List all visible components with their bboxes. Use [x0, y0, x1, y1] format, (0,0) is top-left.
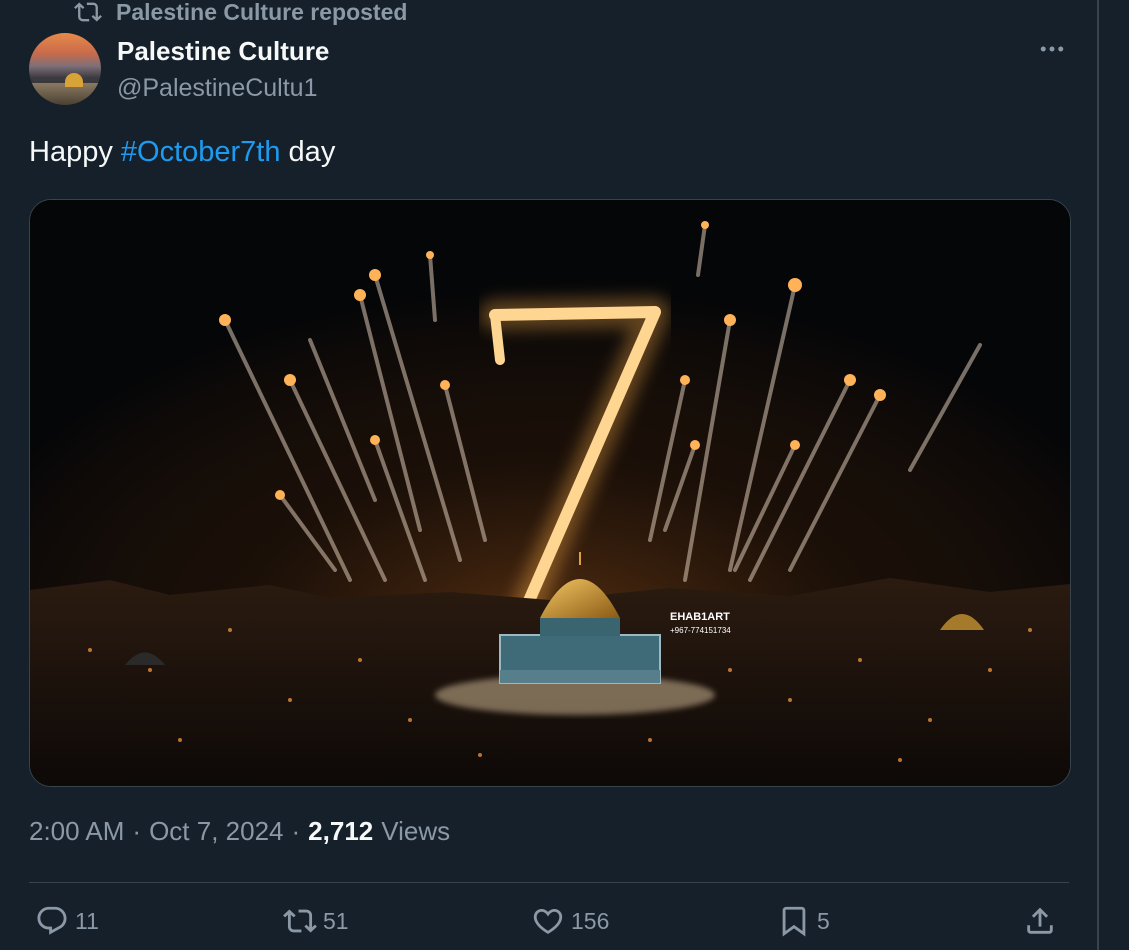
reply-icon: [37, 906, 67, 935]
hashtag-link[interactable]: #October7th: [121, 136, 281, 168]
share-button[interactable]: [1023, 904, 1063, 938]
action-bar: 11 51 156 5: [29, 900, 1069, 950]
watermark-phone: +967-774151734: [670, 626, 731, 635]
column-border: [1097, 0, 1099, 950]
tweet-time[interactable]: 2:00 AM: [29, 816, 124, 847]
bookmark-icon: [782, 906, 806, 937]
reply-button[interactable]: 11: [35, 904, 99, 938]
views-count: 2,712: [308, 816, 374, 846]
repost-icon: [283, 909, 317, 933]
tweet-detail-page: Palestine Culture reposted Palestine Cul…: [0, 0, 1129, 950]
more-icon: [1040, 46, 1064, 52]
author-handle[interactable]: @PalestineCultu1: [117, 74, 318, 103]
repost-button[interactable]: 51: [283, 904, 349, 938]
heart-icon: [533, 908, 563, 934]
like-count: 156: [571, 907, 610, 934]
reply-count: 11: [75, 907, 99, 934]
repost-count: 51: [323, 907, 349, 934]
tweet-date[interactable]: Oct 7, 2024: [149, 816, 283, 847]
fireworks-dome-image: EHAB1ART +967-774151734: [30, 200, 1070, 786]
tweet-media-image[interactable]: EHAB1ART +967-774151734: [29, 199, 1071, 787]
bookmark-count: 5: [817, 907, 830, 934]
like-button[interactable]: 156: [531, 904, 609, 938]
more-options-button[interactable]: [1034, 34, 1070, 64]
avatar[interactable]: [29, 33, 101, 105]
repost-icon: [74, 2, 102, 22]
views-label: Views: [381, 816, 451, 846]
share-icon: [1027, 907, 1053, 934]
watermark-name: EHAB1ART: [670, 611, 730, 623]
tweet-meta: 2:00 AM · Oct 7, 2024 · 2,712 Views: [29, 816, 451, 847]
repost-text: Palestine Culture reposted: [116, 0, 408, 25]
author-name[interactable]: Palestine Culture: [117, 36, 329, 67]
bookmark-button[interactable]: 5: [777, 904, 830, 938]
divider: [29, 882, 1069, 883]
tweet-text: Happy #October7th day: [29, 136, 335, 169]
repost-indicator[interactable]: Palestine Culture reposted: [74, 0, 407, 28]
tweet-text-suffix: day: [280, 136, 336, 168]
tweet-text-prefix: Happy: [29, 136, 121, 168]
